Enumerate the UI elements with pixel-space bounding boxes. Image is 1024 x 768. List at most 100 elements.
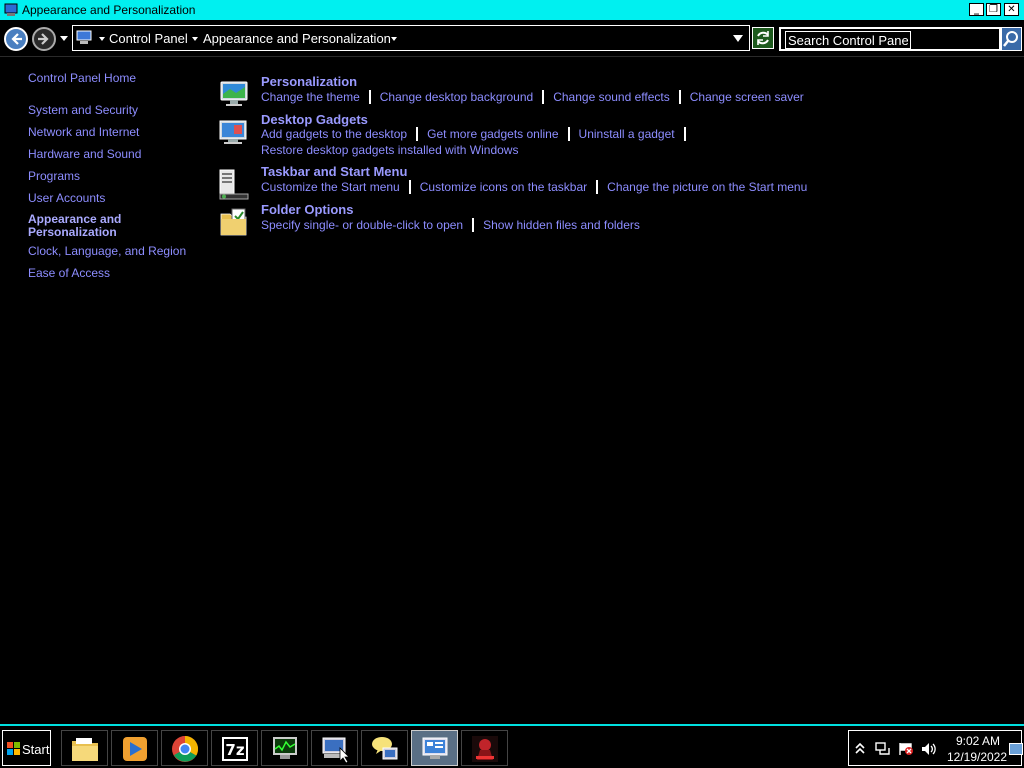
task-row: Add gadgets to the desktop Get more gadge… — [261, 127, 695, 141]
separator — [472, 218, 475, 232]
clock-time[interactable]: 9:02 AM — [953, 734, 1003, 748]
nav-clock-language-region[interactable]: Clock, Language, and Region — [28, 244, 186, 258]
search-input[interactable] — [785, 31, 911, 49]
show-desktop-button[interactable] — [1009, 743, 1023, 755]
messenger-icon — [372, 737, 398, 760]
separator — [368, 90, 371, 104]
refresh-button[interactable] — [752, 27, 774, 49]
task-link[interactable]: Show hidden files and folders — [483, 218, 640, 232]
breadcrumb-arrow[interactable] — [391, 37, 397, 41]
arrow-left-icon — [11, 33, 22, 45]
windows-logo-icon — [7, 742, 20, 755]
nav-user-accounts[interactable]: User Accounts — [28, 191, 105, 205]
window-title: Appearance and Personalization — [22, 3, 196, 17]
taskbar: Start 7z 9:02 AM 12/19/2022 — [0, 724, 1024, 768]
taskbar-task-manager[interactable] — [261, 730, 308, 766]
media-player-icon — [123, 737, 147, 761]
task-link[interactable]: Change sound effects — [553, 90, 670, 104]
separator — [567, 127, 570, 141]
task-row: Specify single- or double-click to open S… — [261, 218, 640, 232]
task-link[interactable]: Change the picture on the Start menu — [607, 180, 807, 194]
clock-date[interactable]: 12/19/2022 — [945, 750, 1009, 764]
7zip-label: 7z — [225, 741, 244, 759]
category-title-personalization[interactable]: Personalization — [261, 74, 357, 89]
separator — [542, 90, 545, 104]
address-bar[interactable]: Control Panel Appearance and Personaliza… — [72, 25, 750, 51]
taskbar-7zip[interactable]: 7z — [211, 730, 258, 766]
forward-button[interactable] — [32, 27, 56, 51]
category-title-folder-options[interactable]: Folder Options — [261, 202, 353, 217]
taskbar-explorer[interactable] — [61, 730, 108, 766]
refresh-icon — [757, 31, 769, 45]
taskbar-chrome[interactable] — [161, 730, 208, 766]
address-toolbar: Control Panel Appearance and Personaliza… — [0, 20, 1024, 57]
personalization-icon[interactable] — [218, 78, 250, 110]
chrome-icon — [172, 735, 199, 762]
title-bar: Appearance and Personalization _ ❐ ✕ — [0, 0, 1024, 20]
breadcrumb-root-arrow[interactable] — [99, 37, 105, 41]
taskbar-icon[interactable] — [218, 168, 250, 200]
separator — [596, 180, 599, 194]
taskbar-control-panel[interactable] — [411, 730, 458, 766]
restore-button[interactable]: ❐ — [986, 3, 1001, 16]
address-dropdown-arrow[interactable] — [733, 35, 743, 42]
taskbar-media-player[interactable] — [111, 730, 158, 766]
nav-appearance-and-personalization[interactable]: Appearance and Personalization — [28, 213, 168, 239]
task-link[interactable]: Get more gadgets online — [427, 127, 558, 141]
separator — [408, 180, 411, 194]
minimize-button[interactable]: _ — [969, 3, 984, 16]
desktop-gadgets-icon[interactable] — [218, 116, 250, 148]
category-title-taskbar-start-menu[interactable]: Taskbar and Start Menu — [261, 164, 407, 179]
breadcrumb-appearance[interactable]: Appearance and Personalization — [203, 31, 391, 46]
breadcrumb-control-panel[interactable]: Control Panel — [109, 31, 188, 46]
nav-hardware-and-sound[interactable]: Hardware and Sound — [28, 147, 141, 161]
task-link[interactable]: Customize icons on the taskbar — [420, 180, 587, 194]
explorer-icon — [72, 738, 98, 761]
task-link[interactable]: Uninstall a gadget — [579, 127, 675, 141]
control-panel-icon — [76, 30, 92, 44]
task-link[interactable]: Change desktop background — [380, 90, 533, 104]
task-row: Change the theme Change desktop backgroun… — [261, 90, 804, 104]
task-link[interactable]: Add gadgets to the desktop — [261, 127, 407, 141]
arrow-right-icon — [38, 33, 49, 45]
breadcrumb-arrow[interactable] — [192, 37, 198, 41]
folder-options-icon[interactable] — [218, 206, 250, 238]
nav-system-and-security[interactable]: System and Security — [28, 103, 138, 117]
nav-programs[interactable]: Programs — [28, 169, 80, 183]
start-button[interactable]: Start — [2, 730, 51, 766]
volume-icon[interactable] — [921, 742, 939, 756]
nav-ease-of-access[interactable]: Ease of Access — [28, 266, 110, 280]
back-button[interactable] — [4, 27, 28, 51]
system-tray: 9:02 AM 12/19/2022 — [848, 730, 1023, 766]
nav-control-panel-home[interactable]: Control Panel Home — [28, 71, 136, 85]
task-link[interactable]: Restore desktop gadgets installed with W… — [261, 143, 518, 157]
close-button[interactable]: ✕ — [1004, 3, 1019, 16]
task-row: Customize the Start menu Customize icons … — [261, 180, 807, 194]
start-label: Start — [22, 742, 50, 757]
control-panel-icon — [422, 737, 448, 759]
taskbar-messenger[interactable] — [361, 730, 408, 766]
task-link[interactable]: Customize the Start menu — [261, 180, 400, 194]
show-hidden-icons-icon[interactable] — [855, 742, 865, 756]
task-link[interactable]: Change the theme — [261, 90, 360, 104]
search-box[interactable] — [779, 27, 1001, 51]
7zip-icon: 7z — [222, 737, 248, 761]
search-icon — [1003, 31, 1018, 47]
recent-pages-dropdown[interactable] — [60, 36, 68, 41]
network-icon[interactable] — [875, 742, 891, 756]
taskbar-game[interactable] — [461, 730, 508, 766]
category-title-desktop-gadgets[interactable]: Desktop Gadgets — [261, 112, 368, 127]
action-center-icon[interactable] — [898, 742, 914, 756]
taskbar-remote-desktop[interactable] — [311, 730, 358, 766]
search-button[interactable] — [1001, 27, 1022, 51]
control-panel-icon — [4, 3, 18, 16]
separator — [683, 127, 686, 141]
separator — [678, 90, 681, 104]
game-icon — [472, 736, 498, 762]
task-link[interactable]: Change screen saver — [690, 90, 804, 104]
task-link[interactable]: Specify single- or double-click to open — [261, 218, 463, 232]
task-manager-icon — [273, 737, 297, 759]
separator — [416, 127, 419, 141]
remote-desktop-icon — [322, 737, 350, 764]
nav-network-and-internet[interactable]: Network and Internet — [28, 125, 139, 139]
